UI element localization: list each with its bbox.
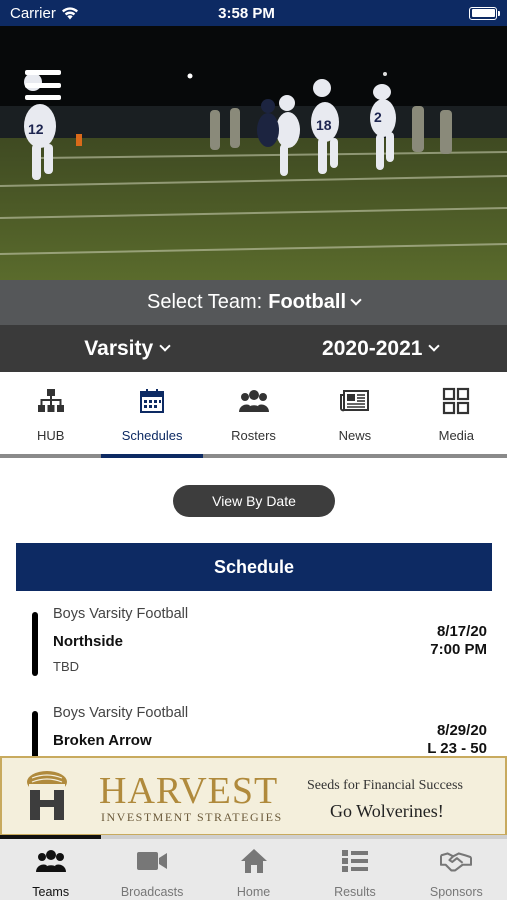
chevron-down-icon: [159, 339, 171, 352]
tab-label: Schedules: [121, 428, 183, 443]
people-icon: [238, 386, 269, 416]
battery-icon: [469, 6, 500, 20]
nav-label: Results: [334, 885, 376, 899]
ad-slogan: Go Wolverines!: [330, 801, 444, 821]
football-game-photo: 12 18 2: [0, 26, 507, 280]
hierarchy-icon: [36, 386, 66, 416]
svg-text:12: 12: [28, 121, 44, 137]
tab-label: HUB: [36, 428, 65, 443]
tab-rosters[interactable]: Rosters: [203, 372, 304, 454]
hero-image: 12 18 2: [0, 26, 507, 280]
tab-hub[interactable]: HUB: [0, 372, 101, 454]
view-by-date-button[interactable]: View By Date: [173, 485, 335, 517]
team-icon: [35, 847, 67, 875]
list-icon: [339, 847, 371, 875]
schedule-item-sport: Boys Varsity Football: [53, 606, 189, 622]
schedule-item-opponent: Broken Arrow: [53, 732, 152, 749]
team-selector-prefix: Select Team:: [146, 291, 263, 313]
section-tabs: HUB Schedules Rosters News Media: [0, 372, 507, 458]
level-dropdown[interactable]: Varsity: [0, 337, 254, 361]
schedule-item-opponent: Northside: [53, 633, 124, 650]
nav-sponsors[interactable]: Sponsors: [406, 839, 507, 900]
schedule-item-location: TBD: [53, 659, 79, 674]
schedule-item-result: L 23 - 50: [427, 740, 487, 757]
svg-text:18: 18: [316, 117, 332, 133]
tab-label: Rosters: [231, 428, 276, 443]
sponsor-ad-banner[interactable]: HARVEST INVESTMENT STRATEGIES Seeds for …: [0, 756, 507, 836]
tab-label: Media: [438, 428, 475, 443]
nav-label: Broadcasts: [120, 885, 184, 899]
chevron-down-icon: [428, 339, 441, 352]
carrier-label: Carrier: [10, 4, 56, 22]
schedule-item-bar: [32, 612, 38, 676]
status-right: [327, 6, 500, 20]
chevron-down-icon: [350, 293, 362, 306]
team-selector-value: Football: [268, 291, 346, 313]
nav-label: Sponsors: [429, 885, 483, 899]
tab-media[interactable]: Media: [406, 372, 507, 454]
home-icon: [238, 847, 270, 875]
season-dropdown[interactable]: 2020-2021: [254, 337, 507, 361]
tab-label: News: [338, 428, 372, 443]
status-bar: Carrier 3:58 PM: [0, 0, 507, 26]
tab-news[interactable]: News: [304, 372, 405, 454]
status-time: 3:58 PM: [218, 4, 275, 22]
status-left: Carrier: [10, 5, 180, 22]
bottom-nav: Teams Broadcasts Home Results Sponsors: [0, 839, 507, 900]
menu-line: [25, 95, 61, 100]
ad-subtitle: INVESTMENT STRATEGIES: [101, 810, 283, 824]
hamburger-menu-icon[interactable]: [25, 70, 61, 100]
level-season-bar: Varsity 2020-2021: [0, 325, 507, 372]
wifi-icon: [61, 6, 78, 19]
nav-teams[interactable]: Teams: [0, 839, 101, 900]
schedule-header: Schedule: [16, 543, 492, 591]
calendar-icon: [137, 386, 167, 416]
svg-text:2: 2: [374, 109, 382, 125]
tab-schedules[interactable]: Schedules: [101, 372, 204, 458]
app-screen: Carrier 3:58 PM 12 18 2 Select Team: Foo…: [0, 0, 507, 900]
schedule-item[interactable]: Boys Varsity Football Northside TBD 8/17…: [32, 606, 492, 686]
menu-line: [25, 82, 61, 88]
menu-line: [25, 70, 61, 75]
nav-results[interactable]: Results: [304, 839, 405, 900]
newspaper-icon: [339, 386, 370, 416]
grid-icon: [441, 386, 471, 416]
nav-broadcasts[interactable]: Broadcasts: [101, 839, 202, 900]
nav-label: Home: [236, 885, 271, 899]
season-value: 2020-2021: [322, 336, 423, 360]
nav-home[interactable]: Home: [203, 839, 304, 900]
ad-tagline: Seeds for Financial Success: [307, 778, 463, 793]
level-value: Varsity: [84, 336, 154, 360]
team-selector[interactable]: Select Team: Football: [0, 280, 507, 325]
schedule-item-sport: Boys Varsity Football: [53, 705, 189, 721]
nav-label: Teams: [32, 885, 70, 899]
ad-brand: HARVEST: [99, 770, 279, 812]
harvest-logo-icon: [27, 771, 67, 820]
schedule-item-date: 8/17/20: [436, 623, 487, 640]
video-camera-icon: [136, 847, 168, 875]
schedule-item-time: 7:00 PM: [430, 641, 487, 658]
schedule-item-bar: [32, 711, 38, 761]
schedule-item-date: 8/29/20: [436, 722, 487, 739]
battery-fill: [471, 9, 495, 17]
handshake-icon: [440, 847, 473, 875]
